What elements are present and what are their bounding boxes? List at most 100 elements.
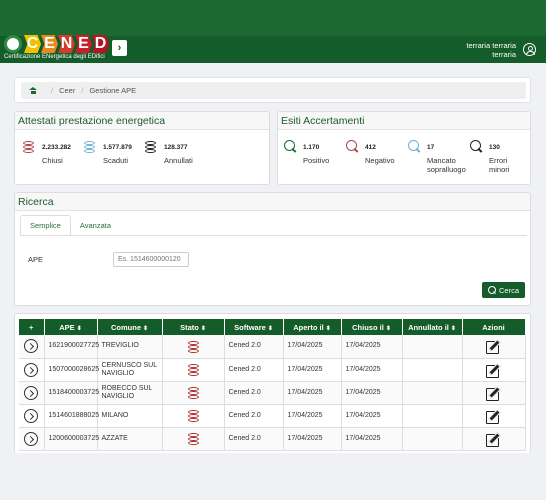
- esiti-card: Esiti Accertamenti 1.170 Positivo 412 Ne…: [277, 111, 531, 185]
- search-icon: [284, 140, 296, 154]
- stat-positivo: 1.170 Positivo: [284, 140, 329, 165]
- search-icon: [470, 140, 482, 154]
- edit-icon[interactable]: [486, 339, 501, 355]
- breadcrumb-card: / Ceer / Gestione APE: [14, 77, 531, 103]
- database-status-icon: [187, 386, 199, 399]
- breadcrumb: / Ceer / Gestione APE: [21, 82, 526, 99]
- table-row: 1518400003725 ROBECCO SUL NAVIGLIO Cened…: [19, 381, 526, 405]
- stat-label: Annullati: [164, 156, 193, 165]
- stat-errori-minori: 130 Errori minori: [470, 140, 529, 174]
- cell-chiuso: 17/04/2025: [341, 358, 403, 382]
- expand-row-icon[interactable]: [24, 385, 39, 400]
- user-circle-icon[interactable]: [523, 43, 536, 56]
- user-name: terraria terraria: [466, 41, 516, 50]
- sort-icon: ⬍: [325, 325, 331, 332]
- top-bar: C E N E D Certificazione ENergetica degl…: [0, 0, 546, 63]
- col-header-ape[interactable]: APE ⬍: [44, 319, 98, 335]
- attestati-card: Attestati prestazione energetica 2.233.2…: [14, 111, 270, 185]
- cell-comune: MILANO: [97, 404, 163, 428]
- table-header-row: + APE ⬍ Comune ⬍ Stato ⬍ Software ⬍ Aperto i…: [19, 319, 526, 335]
- edit-icon[interactable]: [486, 386, 501, 401]
- cell-aperto: 17/04/2025: [283, 427, 342, 451]
- stat-value: 130: [489, 144, 500, 151]
- expand-row-icon[interactable]: [24, 339, 39, 354]
- col-header-stato[interactable]: Stato ⬍: [162, 319, 225, 335]
- stat-value: 1.577.879: [103, 144, 132, 151]
- stat-label: Scaduti: [103, 156, 129, 165]
- logo-letters: C E N E D: [24, 35, 109, 53]
- col-header-software[interactable]: Software ⬍: [224, 319, 284, 335]
- edit-icon[interactable]: [486, 409, 501, 424]
- cell-aperto: 17/04/2025: [283, 358, 342, 382]
- cell-ape: 1507000028625: [44, 358, 99, 382]
- logo-dot-icon: [4, 35, 22, 53]
- sort-icon: ⬍: [385, 325, 391, 332]
- database-icon: [145, 140, 157, 154]
- attestati-title: Attestati prestazione energetica: [15, 112, 269, 130]
- stat-value: 128.377: [164, 144, 188, 151]
- col-header-annullato[interactable]: Annullato il ⬍: [402, 319, 463, 335]
- user-role: terraria: [492, 50, 516, 59]
- logo-letter: D: [92, 35, 109, 53]
- search-button[interactable]: Cerca: [482, 282, 525, 298]
- search-button-label: Cerca: [498, 285, 519, 295]
- col-header-azioni: Azioni: [462, 319, 526, 335]
- home-icon[interactable]: [29, 87, 37, 94]
- search-icon: [487, 286, 496, 294]
- table-row: 1514601888025 MILANO Cened 2.0 17/04/202…: [19, 404, 526, 428]
- breadcrumb-item-ceer[interactable]: Ceer: [59, 86, 75, 95]
- database-status-icon: [187, 409, 199, 422]
- col-header-comune[interactable]: Comune ⬍: [97, 319, 163, 335]
- cell-annullato: [402, 404, 463, 428]
- breadcrumb-separator: /: [51, 86, 54, 95]
- col-header-label: APE: [59, 322, 75, 332]
- logo-letter: C: [24, 35, 41, 53]
- ricerca-title: Ricerca: [15, 193, 530, 211]
- database-icon: [23, 140, 35, 154]
- sort-icon: ⬍: [142, 325, 149, 332]
- results-table: + APE ⬍ Comune ⬍ Stato ⬍ Software ⬍ Aperto i…: [19, 319, 526, 451]
- cell-software: Cened 2.0: [224, 381, 284, 405]
- cell-comune: TREVIGLIO: [97, 335, 163, 359]
- sort-icon: ⬍: [450, 325, 456, 332]
- stat-label: Chiusi: [42, 156, 63, 165]
- table-row: 1621900027725 TREVIGLIO Cened 2.0 17/04/…: [19, 335, 526, 359]
- cell-comune: ROBECCO SUL NAVIGLIO: [97, 381, 163, 405]
- cell-comune: AZZATE: [97, 427, 163, 451]
- database-status-icon: [187, 432, 199, 445]
- sort-icon: ⬍: [76, 325, 82, 332]
- col-header-expand[interactable]: +: [19, 319, 45, 335]
- chevron-right-icon: ›: [117, 42, 122, 54]
- cell-chiuso: 17/04/2025: [341, 335, 403, 359]
- edit-icon[interactable]: [486, 363, 501, 378]
- expand-row-icon[interactable]: [24, 431, 39, 446]
- logo-letter: E: [41, 35, 58, 53]
- edit-icon[interactable]: [486, 432, 501, 447]
- cell-ape: 1518400003725: [44, 381, 99, 405]
- stat-value: 412: [365, 144, 376, 151]
- tab-avanzata[interactable]: Avanzata: [71, 215, 120, 235]
- menu-toggle-button[interactable]: ›: [112, 40, 127, 56]
- stat-scaduti: 1.577.879 Scaduti: [84, 140, 132, 165]
- cell-software: Cened 2.0: [224, 404, 284, 428]
- col-header-label: Chiuso il: [352, 322, 384, 332]
- cell-ape: 1621900027725: [44, 335, 99, 359]
- ape-search-input[interactable]: [113, 252, 189, 267]
- expand-row-icon[interactable]: [24, 408, 39, 423]
- cell-software: Cened 2.0: [224, 358, 284, 382]
- cell-comune: CERNUSCO SUL NAVIGLIO: [97, 358, 163, 382]
- breadcrumb-separator: /: [81, 86, 84, 95]
- stat-label: Positivo: [303, 156, 330, 165]
- col-header-label: Aperto il: [293, 322, 324, 332]
- cened-logo[interactable]: C E N E D Certificazione ENergetica degl…: [4, 35, 110, 60]
- stat-label: Negativo: [365, 156, 395, 165]
- cell-aperto: 17/04/2025: [283, 335, 342, 359]
- tab-semplice[interactable]: Semplice: [20, 215, 71, 235]
- expand-row-icon[interactable]: [24, 362, 39, 377]
- user-info[interactable]: terraria terraria terraria: [466, 41, 516, 59]
- cell-chiuso: 17/04/2025: [341, 404, 403, 428]
- stat-mancato-sopralluogo: 17 Mancato sopralluogo: [408, 140, 477, 174]
- col-header-chiuso[interactable]: Chiuso il ⬍: [341, 319, 403, 335]
- search-icon: [346, 140, 358, 154]
- col-header-aperto[interactable]: Aperto il ⬍: [283, 319, 342, 335]
